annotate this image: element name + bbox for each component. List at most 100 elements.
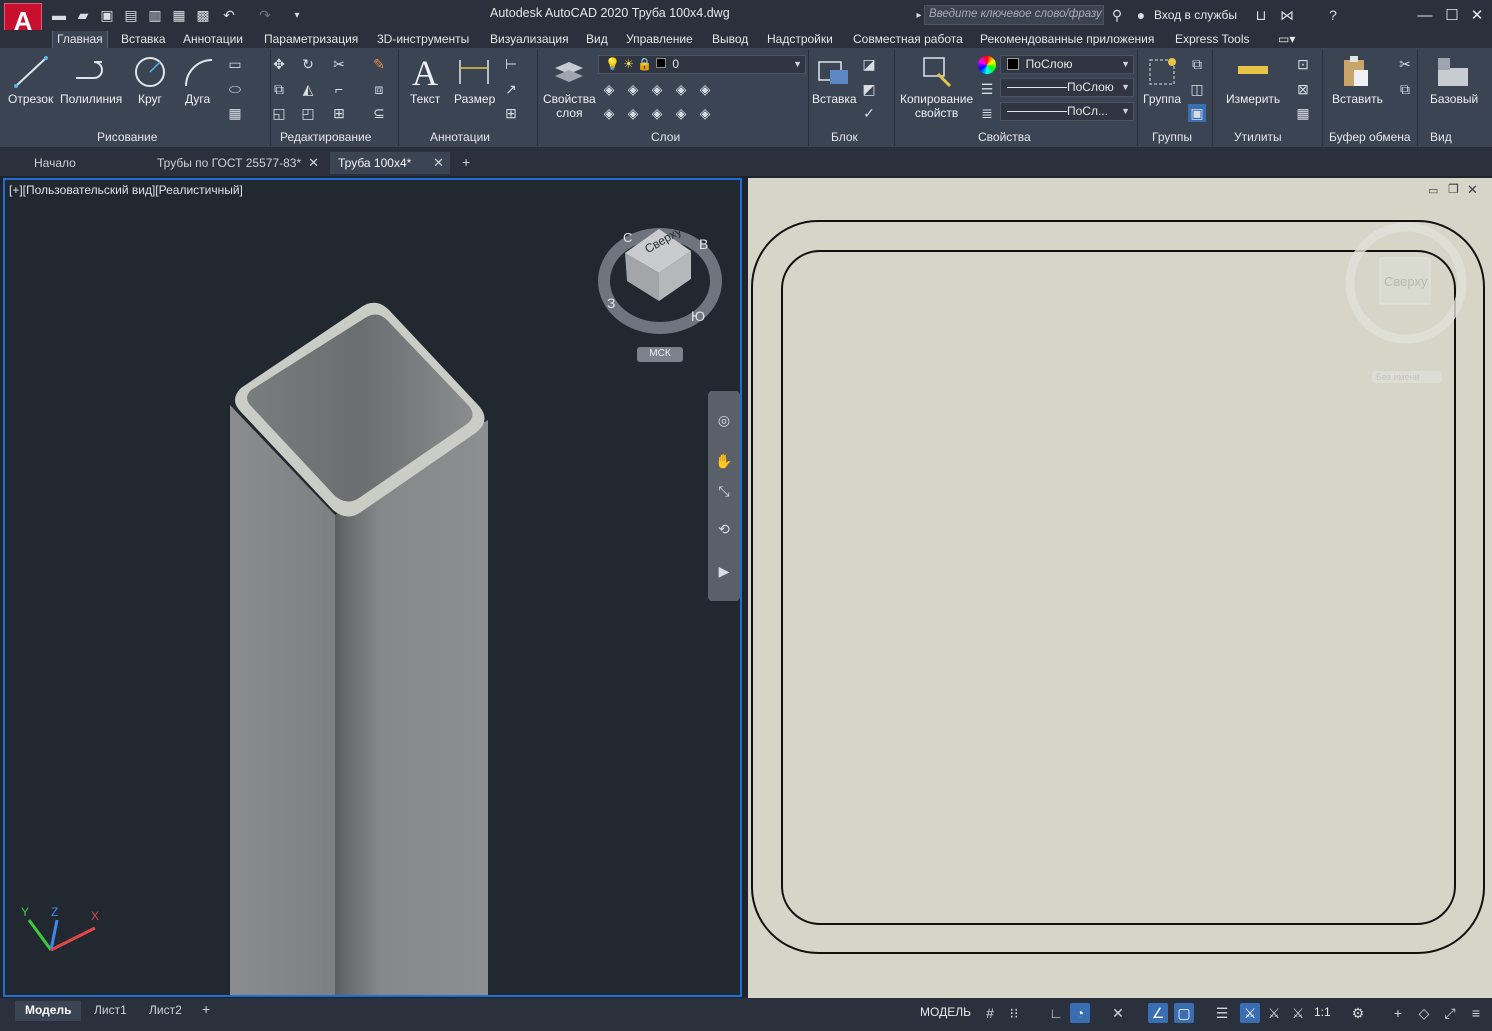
undo-icon[interactable]: ↶ [220,6,238,24]
layer-tool-icon[interactable]: ◈ [672,80,690,98]
compass-west[interactable]: З [607,295,615,311]
save-web-icon[interactable]: ▦ [170,6,188,24]
leader-icon[interactable]: ↗ [502,80,520,98]
layer-tool-icon[interactable]: ◈ [696,80,714,98]
panel-draw-label[interactable]: Рисование [97,130,157,144]
paste-icon[interactable] [1340,54,1372,90]
viewport-restore-icon[interactable]: ❐ [1448,182,1459,196]
tab-featured-apps[interactable]: Рекомендованные приложения [976,31,1158,48]
panel-view-label[interactable]: Вид [1430,130,1452,144]
circle-button[interactable]: Круг [138,92,162,106]
open-folder-icon[interactable]: ▰ [74,6,92,24]
hatch-icon[interactable]: ⬭ [226,80,244,98]
measure-button[interactable]: Измерить [1226,92,1280,106]
maximize-button[interactable]: ☐ [1441,5,1463,25]
new-layout-button[interactable]: + [196,1001,216,1021]
circle-icon[interactable] [133,54,169,90]
copy-icon[interactable]: ⧉ [270,80,288,98]
steering-wheel-icon[interactable]: ◎ [715,411,733,429]
tab-insert[interactable]: Вставка [117,31,170,48]
panel-utilities-label[interactable]: Утилиты [1234,130,1282,144]
viewport-3d[interactable]: [+][Пользовательский вид][Реалистичный] … [3,178,742,997]
layer-tool-icon[interactable]: ◈ [696,104,714,122]
viewport-top[interactable]: Сверху Без имени ▭ ❐ ✕ [748,178,1492,999]
compass-south[interactable]: Ю [691,308,705,324]
tab-express-tools[interactable]: Express Tools [1171,31,1253,48]
insert-button[interactable]: Вставка [812,92,857,106]
fullscreen-icon[interactable]: ⤢ [1440,1003,1460,1023]
layer-properties-icon[interactable] [551,54,587,90]
isolate-objects-icon[interactable]: ◇ [1414,1003,1434,1023]
tab-view[interactable]: Вид [582,31,612,48]
close-window-button[interactable]: ✕ [1466,5,1488,25]
close-icon[interactable]: ✕ [308,155,319,171]
viewport-close-icon[interactable]: ✕ [1467,182,1478,198]
quick-select-icon[interactable]: ⊡ [1294,55,1312,73]
create-block-icon[interactable]: ◪ [860,55,878,73]
region-icon[interactable]: ▦ [226,104,244,122]
layer-tool-icon[interactable]: ◈ [648,80,666,98]
panel-layers-label[interactable]: Слои [651,130,680,144]
lineweight-display-icon[interactable]: ☰ [1212,1003,1232,1023]
linetype-dropdown[interactable]: ПоСлою ▼ [1000,78,1134,97]
polar-tracking-icon[interactable]: ◔ [1070,1003,1090,1023]
panel-groups-label[interactable]: Группы [1152,130,1192,144]
measure-icon[interactable] [1236,60,1272,80]
match-properties-icon[interactable] [920,54,956,90]
tab-layout2[interactable]: Лист2 [139,1001,192,1021]
tab-manage[interactable]: Управление [622,31,697,48]
viewport-minimize-icon[interactable]: ▭ [1428,184,1438,197]
rotate-icon[interactable]: ↻ [299,55,317,73]
tab-output[interactable]: Вывод [708,31,752,48]
workspace-gear-icon[interactable]: ⚙ [1348,1003,1368,1023]
group-selection-icon[interactable]: ▣ [1188,104,1206,122]
save-icon[interactable]: ▣ [98,6,116,24]
panel-block-label[interactable]: Блок [831,130,858,144]
calculator-icon[interactable]: ▦ [1294,104,1312,122]
annotation-monitor-icon[interactable]: + [1388,1003,1408,1023]
open-web-icon[interactable]: ▥ [146,6,164,24]
tab-annotate[interactable]: Аннотации [179,31,247,48]
layer-tool-icon[interactable]: ◈ [624,80,642,98]
layer-tool-icon[interactable]: ◈ [624,104,642,122]
insert-block-icon[interactable] [816,54,852,90]
lineweight-dropdown[interactable]: ПоСл... ▼ [1000,102,1134,121]
layer-tool-icon[interactable]: ◈ [600,104,618,122]
help-icon[interactable]: ? [1324,6,1342,24]
snap-icon[interactable]: ⁝⁝ [1004,1003,1024,1023]
group-edit-icon[interactable]: ◫ [1188,80,1206,98]
close-icon[interactable]: ✕ [433,155,444,171]
annotation-scale-icon[interactable]: ⚔ [1288,1003,1308,1023]
layer-tool-icon[interactable]: ◈ [600,80,618,98]
base-view-button[interactable]: Базовый [1430,92,1478,106]
line-icon[interactable] [12,54,50,90]
compass-east[interactable]: В [699,236,708,252]
viewcube-top-label[interactable]: Сверху [1384,274,1427,289]
isodraft-icon[interactable]: ✕ [1108,1003,1128,1023]
move-icon[interactable]: ✥ [270,55,288,73]
object-snap-icon[interactable]: ▢ [1174,1003,1194,1023]
ribbon-options-icon[interactable]: ▭▾ [1274,31,1299,48]
line-button[interactable]: Отрезок [8,92,53,106]
connect-icon[interactable]: ⋈ [1278,6,1296,24]
new-tab-button[interactable]: + [456,152,482,174]
tab-start[interactable]: Начало [26,152,146,174]
sign-in-link[interactable]: Вход в службы [1154,8,1237,22]
trim-icon[interactable]: ✂ [330,55,348,73]
auto-scale-icon[interactable]: ⚔ [1264,1003,1284,1023]
user-icon[interactable]: ● [1132,6,1150,24]
dimension-button[interactable]: Размер [454,92,495,106]
zoom-extents-icon[interactable]: ⤡ [715,482,733,500]
customize-quick-access-icon[interactable]: ▾ [288,6,306,24]
group-button[interactable]: Группа [1143,92,1181,106]
layer-tool-icon[interactable]: ◈ [648,104,666,122]
cut-icon[interactable]: ✂ [1396,55,1414,73]
cart-icon[interactable]: ⊔ [1252,6,1270,24]
arc-icon[interactable] [182,54,216,90]
arc-button[interactable]: Дуга [185,92,210,106]
scale-icon[interactable]: ◰ [299,104,317,122]
copy-clip-icon[interactable]: ⧉ [1396,80,1414,98]
panel-modify-label[interactable]: Редактирование [280,130,371,144]
erase-icon[interactable]: ✎ [370,55,388,73]
minimize-button[interactable]: — [1414,5,1436,25]
